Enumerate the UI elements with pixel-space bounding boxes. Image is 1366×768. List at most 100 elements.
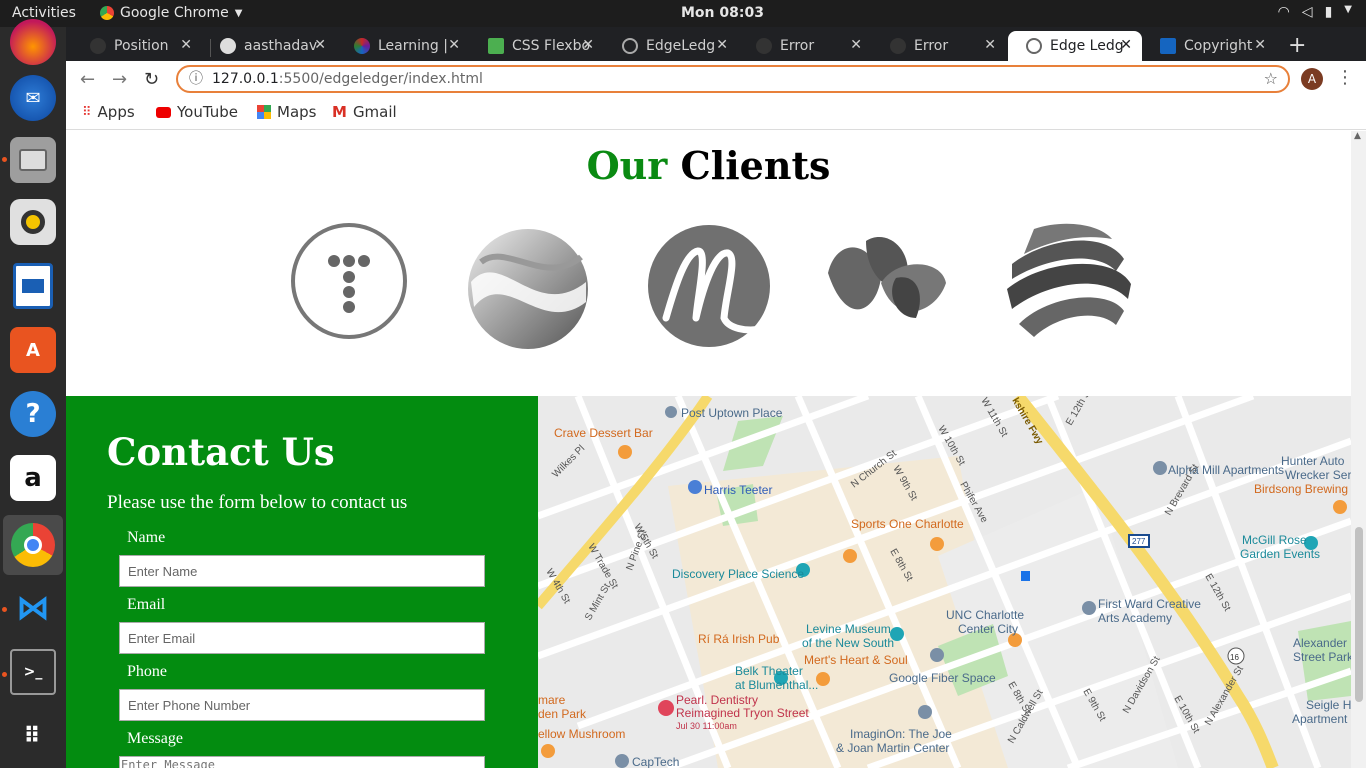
scroll-up-icon[interactable]: ▲ <box>1354 131 1361 141</box>
map-label[interactable]: & Joan Martin Center <box>836 741 949 755</box>
vscode-icon[interactable]: ⋈ <box>10 585 56 631</box>
software-icon[interactable]: A <box>10 327 56 373</box>
map-label[interactable]: Street Park <box>1293 650 1351 664</box>
page-scrollbar[interactable]: ▲ <box>1351 131 1366 768</box>
map-label[interactable]: Discovery Place Science <box>672 567 804 581</box>
message-label: Message <box>127 730 183 747</box>
scrollbar-thumb[interactable] <box>1355 527 1363 702</box>
amazon-icon[interactable]: a <box>10 455 56 501</box>
tab-error-1[interactable]: Error ✕ <box>738 31 872 61</box>
firefox-icon[interactable] <box>10 19 56 65</box>
map-label[interactable]: Arts Academy <box>1098 611 1172 625</box>
clock[interactable]: Mon 08:03 <box>681 5 764 21</box>
map-label[interactable]: Hunter Auto <box>1281 454 1345 468</box>
edgeledger-icon <box>622 38 638 54</box>
map-label[interactable]: Harris Teeter <box>704 483 772 497</box>
writer-icon[interactable] <box>13 263 53 309</box>
map-label[interactable]: First Ward Creative <box>1098 597 1201 611</box>
forward-icon[interactable]: → <box>112 69 127 90</box>
help-icon[interactable]: ? <box>10 391 56 437</box>
map-label[interactable]: Sports One Charlotte <box>851 517 964 531</box>
show-apps-icon[interactable]: ⠿ <box>10 713 56 759</box>
close-icon[interactable]: ✕ <box>180 37 192 53</box>
volume-icon[interactable]: ◁ <box>1302 4 1313 20</box>
tab-css-flexbox[interactable]: CSS Flexbo ✕ <box>470 31 604 61</box>
close-icon[interactable]: ✕ <box>1120 37 1132 53</box>
close-icon[interactable]: ✕ <box>448 37 460 53</box>
map-label[interactable]: Jul 30 11:00am <box>676 721 737 731</box>
tab-position[interactable]: Position ✕ <box>72 31 202 61</box>
map-label[interactable]: of the New South <box>802 636 894 650</box>
wifi-icon[interactable]: ◠ <box>1278 4 1290 20</box>
close-icon[interactable]: ✕ <box>984 37 996 53</box>
map-label[interactable]: den Park <box>538 707 587 721</box>
new-tab-button[interactable]: + <box>1288 33 1306 58</box>
globe-icon <box>890 38 906 54</box>
close-icon[interactable]: ✕ <box>850 37 862 53</box>
chrome-icon[interactable] <box>3 515 63 575</box>
map-label[interactable]: Seigle Ho <box>1306 698 1351 712</box>
close-icon[interactable]: ✕ <box>1254 37 1266 53</box>
activities-button[interactable]: Activities <box>12 5 76 21</box>
email-input[interactable] <box>119 622 485 654</box>
map-label[interactable]: Google Fiber Space <box>889 671 996 685</box>
map-label[interactable]: Reimagined Tryon Street <box>676 706 809 720</box>
bookmark-gmail[interactable]: M Gmail <box>332 103 397 121</box>
map-label[interactable]: Alexander <box>1293 636 1347 650</box>
system-tray[interactable]: ◠ ◁ ▮ ▼ <box>1278 4 1352 20</box>
tab-copyright[interactable]: Copyright ✕ <box>1142 31 1276 61</box>
map-label[interactable]: Garden Events <box>1240 547 1320 561</box>
bookmark-label: Apps <box>97 103 135 121</box>
tab-edge-ledger-active[interactable]: Edge Ledg ✕ <box>1008 31 1142 61</box>
close-icon[interactable]: ✕ <box>716 37 728 53</box>
terminal-icon[interactable]: >_ <box>10 649 56 695</box>
embedded-map[interactable]: Post Uptown Place Alpha Mill Apartments … <box>538 396 1351 768</box>
reload-icon[interactable]: ↻ <box>144 69 159 90</box>
map-label[interactable]: Mert's Heart & Soul <box>804 653 908 667</box>
tab-error-2[interactable]: Error ✕ <box>872 31 1006 61</box>
map-graphic[interactable]: Post Uptown Place Alpha Mill Apartments … <box>538 396 1351 768</box>
map-label[interactable]: Belk Theater <box>735 664 803 678</box>
map-label[interactable]: Wrecker Serv <box>1285 468 1351 482</box>
map-label[interactable]: Levine Museum <box>806 622 891 636</box>
tab-learning[interactable]: Learning | ✕ <box>336 31 470 61</box>
message-textarea[interactable] <box>119 756 485 768</box>
back-icon[interactable]: ← <box>80 69 95 90</box>
rhythmbox-icon[interactable] <box>10 199 56 245</box>
page-viewport: Our Clients Contact Us Please use the fo… <box>66 131 1351 768</box>
bookmark-youtube[interactable]: YouTube <box>156 103 238 121</box>
thunderbird-icon[interactable]: ✉ <box>10 75 56 121</box>
map-label[interactable]: ImaginOn: The Joe <box>850 727 952 741</box>
app-menu[interactable]: Google Chrome ▼ <box>100 5 242 21</box>
close-icon[interactable]: ✕ <box>314 37 326 53</box>
map-label[interactable]: mare <box>538 693 566 707</box>
profile-avatar[interactable]: A <box>1301 68 1323 90</box>
bookmark-star-icon[interactable]: ☆ <box>1264 67 1278 91</box>
map-label[interactable]: CapTech <box>632 755 679 768</box>
power-menu-icon[interactable]: ▼ <box>1344 4 1352 20</box>
tab-github[interactable]: aasthadav ✕ <box>202 31 336 61</box>
map-label[interactable]: ellow Mushroom <box>538 727 625 741</box>
map-label[interactable]: UNC Charlotte <box>946 608 1024 622</box>
phone-input[interactable] <box>119 689 485 721</box>
files-icon[interactable] <box>10 137 56 183</box>
tab-edgeledger[interactable]: EdgeLedg ✕ <box>604 31 738 61</box>
bookmark-apps[interactable]: ⠿ Apps <box>82 103 135 121</box>
map-label[interactable]: McGill Rose <box>1242 533 1307 547</box>
name-input[interactable] <box>119 555 485 587</box>
map-label[interactable]: Post Uptown Place <box>681 406 783 420</box>
close-icon[interactable]: ✕ <box>582 37 594 53</box>
map-label[interactable]: Apartment Hom <box>1292 712 1351 726</box>
map-label[interactable]: Center City <box>958 622 1018 636</box>
map-label[interactable]: at Blumenthal... <box>735 678 818 692</box>
battery-icon[interactable]: ▮ <box>1325 4 1333 20</box>
address-bar[interactable]: ⓘ 127.0.0.1:5500/edgeledger/index.html ☆ <box>176 65 1290 93</box>
name-label: Name <box>127 529 166 546</box>
menu-icon[interactable]: ⋮ <box>1336 67 1354 88</box>
map-label[interactable]: Birdsong Brewing C <box>1254 482 1351 496</box>
bookmark-maps[interactable]: Maps <box>257 103 316 121</box>
map-label[interactable]: Pearl. Dentistry <box>676 693 758 707</box>
map-label[interactable]: Rí Rá Irish Pub <box>698 632 780 646</box>
info-icon[interactable]: ⓘ <box>189 67 203 91</box>
map-label[interactable]: Crave Dessert Bar <box>554 426 653 440</box>
